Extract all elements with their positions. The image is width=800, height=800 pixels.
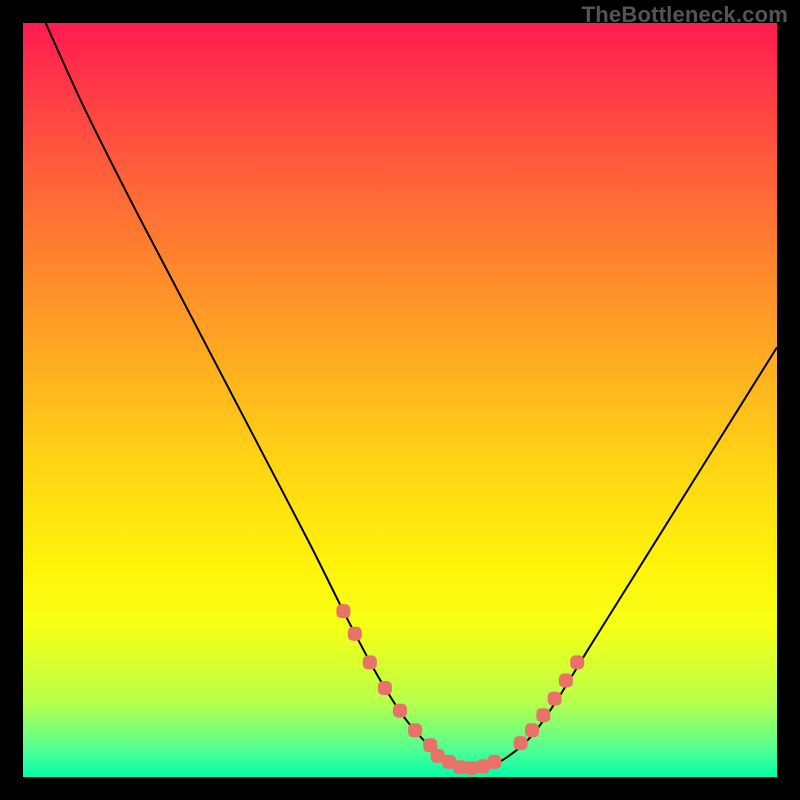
curve-marker bbox=[514, 736, 528, 750]
curve-left-line bbox=[46, 23, 461, 769]
curve-marker bbox=[487, 755, 501, 769]
curve-marker bbox=[348, 627, 362, 641]
curve-marker bbox=[570, 655, 584, 669]
curve-right-line bbox=[460, 347, 777, 769]
curve-marker bbox=[559, 674, 573, 688]
curve-marker bbox=[408, 723, 422, 737]
curve-marker bbox=[336, 604, 350, 618]
curve-marker bbox=[525, 723, 539, 737]
curve-marker bbox=[536, 708, 550, 722]
curve-markers bbox=[336, 604, 584, 775]
curve-marker bbox=[548, 692, 562, 706]
bottleneck-curve-chart bbox=[23, 23, 777, 777]
curve-marker bbox=[378, 681, 392, 695]
curve-marker bbox=[363, 655, 377, 669]
curve-marker bbox=[393, 704, 407, 718]
